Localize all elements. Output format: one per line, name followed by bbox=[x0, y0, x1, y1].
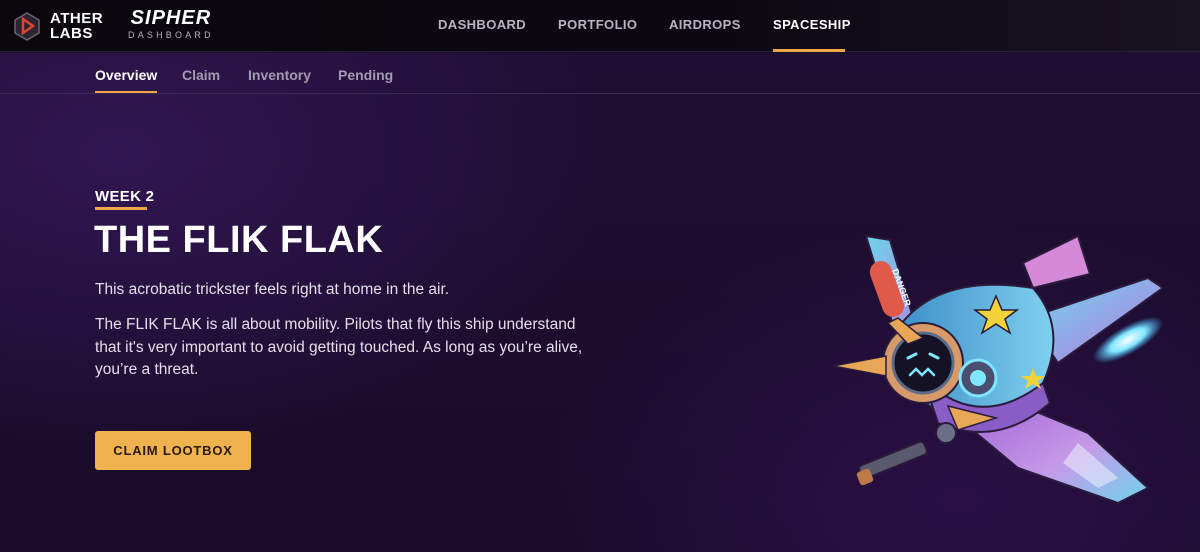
sipher-subtitle: DASHBOARD bbox=[128, 30, 214, 40]
tab-overview[interactable]: Overview bbox=[95, 67, 157, 83]
ather-labs-logo-icon bbox=[14, 12, 40, 41]
tab-pending[interactable]: Pending bbox=[338, 67, 393, 83]
main-content: Overview Claim Inventory Pending WEEK 2 … bbox=[0, 53, 1200, 552]
sub-tabs: Overview Claim Inventory Pending bbox=[0, 53, 1200, 94]
ship-tagline: This acrobatic trickster feels right at … bbox=[95, 281, 450, 298]
nav-item-dashboard[interactable]: DASHBOARD bbox=[438, 17, 526, 32]
subtab-active-indicator bbox=[95, 91, 157, 93]
nav-item-portfolio[interactable]: PORTFOLIO bbox=[558, 17, 637, 32]
page-title: THE FLIK FLAK bbox=[94, 219, 384, 261]
nav-active-indicator bbox=[773, 49, 845, 52]
nav-item-spaceship[interactable]: SPACESHIP bbox=[773, 17, 851, 32]
tab-claim[interactable]: Claim bbox=[182, 67, 220, 83]
sipher-dashboard-logo[interactable]: SIPHER DASHBOARD bbox=[128, 8, 214, 40]
nav-item-airdrops[interactable]: AIRDROPS bbox=[669, 17, 741, 32]
top-navigation-bar: ATHER LABS SIPHER DASHBOARD DASHBOARD PO… bbox=[0, 0, 1200, 52]
sipher-wordmark: SIPHER bbox=[130, 7, 212, 29]
week-label: WEEK 2 bbox=[95, 188, 155, 205]
ather-labs-wordmark: ATHER LABS bbox=[50, 10, 104, 42]
week-underline bbox=[95, 207, 147, 210]
tab-inventory[interactable]: Inventory bbox=[248, 67, 311, 83]
ship-description: The FLIK FLAK is all about mobility. Pil… bbox=[95, 316, 583, 378]
spaceship-illustration: DANGER bbox=[832, 234, 1165, 505]
ather-labs-logo[interactable]: ATHER LABS bbox=[12, 8, 104, 44]
claim-lootbox-button[interactable]: CLAIM LOOTBOX bbox=[95, 431, 251, 470]
